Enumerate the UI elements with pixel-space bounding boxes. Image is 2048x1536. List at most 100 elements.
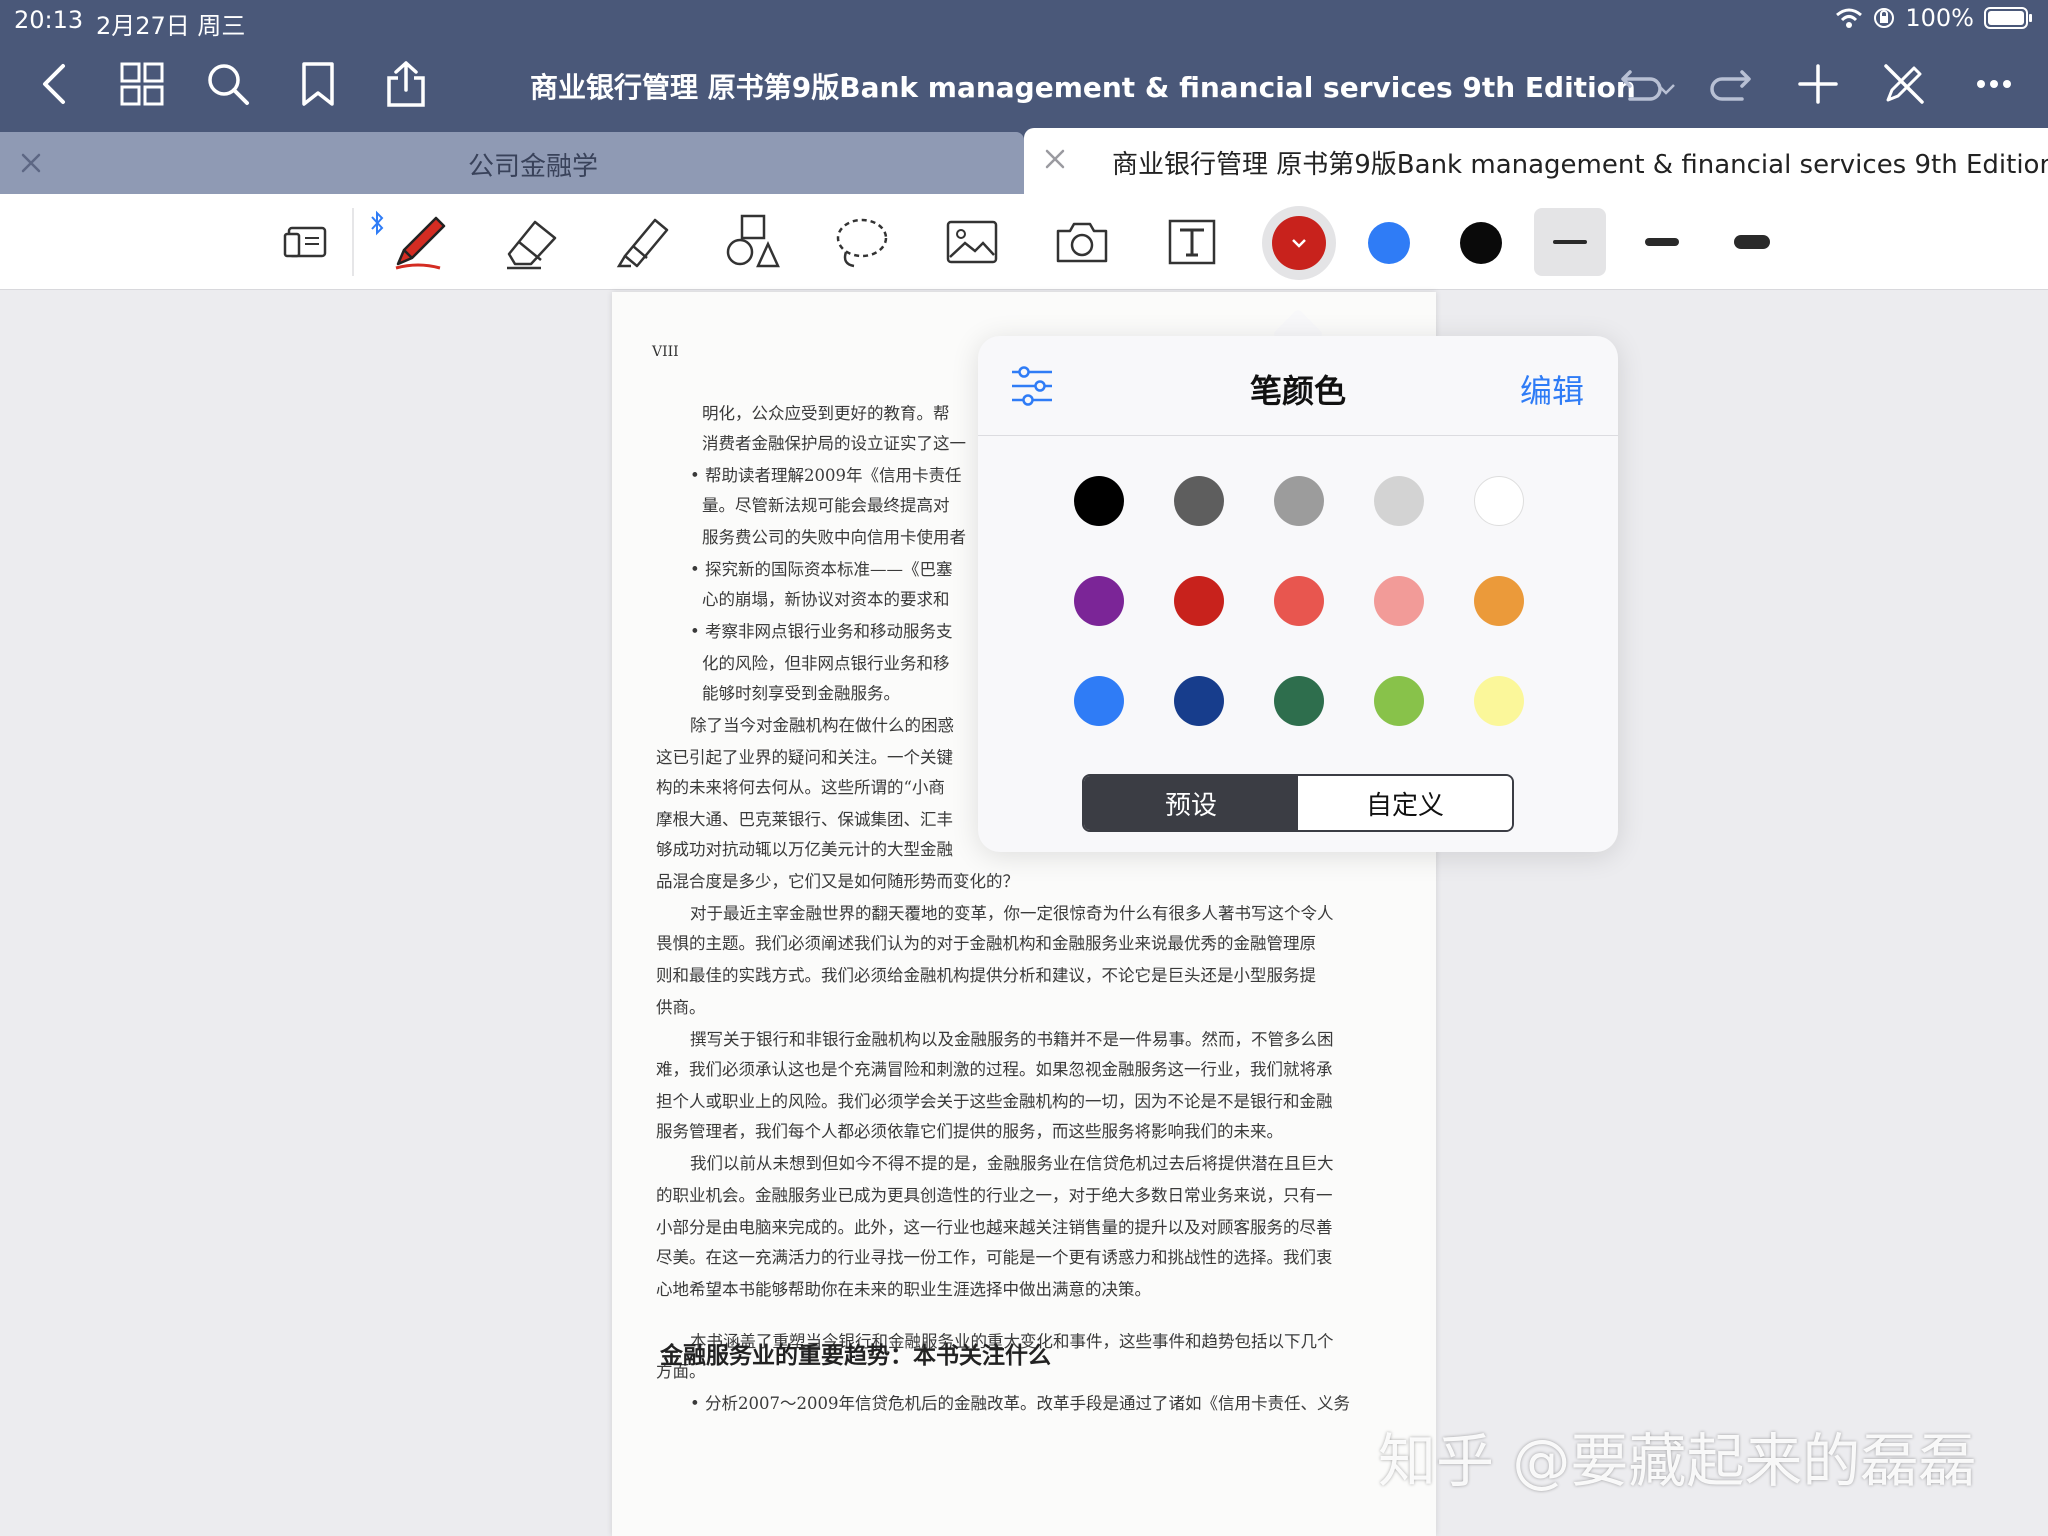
text-line: 担个人或职业上的风险。我们必须学会关于这些金融机构的一切，因为不论是不是银行和金… xyxy=(656,1092,1333,1111)
color-swatch[interactable] xyxy=(1074,476,1124,526)
status-indicators: 100% xyxy=(1835,4,2034,32)
highlighter-tool[interactable] xyxy=(608,208,676,276)
edit-button[interactable]: 编辑 xyxy=(1520,366,1584,412)
color-swatch[interactable] xyxy=(1174,676,1224,726)
text-tool[interactable] xyxy=(1158,208,1226,276)
popover-header: 笔颜色 编辑 xyxy=(978,336,1618,436)
rotation-lock-icon xyxy=(1874,8,1895,28)
color-black-button[interactable] xyxy=(1460,222,1502,264)
pen-tool[interactable] xyxy=(386,208,454,276)
color-swatch[interactable] xyxy=(1474,576,1524,626)
thickness-thin-button[interactable] xyxy=(1534,208,1606,276)
color-swatch[interactable] xyxy=(1374,476,1424,526)
color-swatch[interactable] xyxy=(1274,576,1324,626)
eraser-icon xyxy=(507,220,557,270)
add-page-button[interactable] xyxy=(1790,56,1846,112)
document-title-text: 商业银行管理 原书第9版Bank management & financial … xyxy=(530,71,1636,104)
text-line: 除了当今对金融机构在做什么的困惑 xyxy=(690,716,954,735)
battery-percent: 100% xyxy=(1905,4,1974,32)
color-swatch[interactable] xyxy=(1474,676,1524,726)
text-line: 对于最近主宰金融世界的翻天覆地的变革，你一定很惊奇为什么有很多人著书写这个令人 xyxy=(690,904,1334,923)
thickness-thin-line xyxy=(1553,240,1587,244)
chevron-down-icon xyxy=(1292,239,1306,248)
custom-segment[interactable]: 自定义 xyxy=(1298,776,1512,830)
color-swatch[interactable] xyxy=(1074,676,1124,726)
text-line: 化的风险，但非网点银行业务和移 xyxy=(702,654,950,673)
redo-button[interactable] xyxy=(1702,56,1758,112)
wifi-icon xyxy=(1836,8,1863,28)
close-icon[interactable] xyxy=(1040,144,1070,174)
text-line: 心地希望本书能够帮助你在未来的职业生涯选择中做出满意的决策。 xyxy=(656,1280,1151,1299)
text-line: • 探究新的国际资本标准——《巴塞 xyxy=(690,560,953,579)
search-button[interactable] xyxy=(200,56,256,112)
selected-color-button[interactable] xyxy=(1272,216,1326,270)
text-box-icon xyxy=(1168,219,1216,265)
bookmark-button[interactable] xyxy=(290,56,346,112)
redo-icon xyxy=(1710,70,1751,101)
text-line: • 分析2007～2009年信贷危机后的金融改革。改革手段是通过了诸如《信用卡责… xyxy=(690,1394,1350,1413)
text-line: 的职业机会。金融服务业已成为更具创造性的行业之一，对于绝大多数日常业务来说，只有… xyxy=(656,1186,1333,1205)
document-title[interactable]: 商业银行管理 原书第9版Bank management & financial … xyxy=(530,66,1676,106)
thickness-thick-button[interactable] xyxy=(1716,208,1788,276)
shapes-icon xyxy=(726,214,780,268)
status-time: 20:13 xyxy=(14,6,84,34)
text-line: 摩根大通、巴克莱银行、保诚集团、汇丰 xyxy=(656,810,953,829)
battery-icon xyxy=(1984,7,2032,29)
lasso-tool[interactable] xyxy=(828,208,896,276)
image-tool[interactable] xyxy=(938,208,1006,276)
tab-bank-management[interactable]: 商业银行管理 原书第9版Bank management & financial … xyxy=(1024,128,2048,194)
text-line: 心的崩塌，新协议对资本的要求和 xyxy=(702,590,950,609)
pencil-slash-icon xyxy=(1884,64,1924,104)
thickness-medium-line xyxy=(1645,238,1679,246)
annotation-toolbar xyxy=(0,194,2048,290)
read-only-toggle[interactable] xyxy=(272,208,340,276)
preset-segment[interactable]: 预设 xyxy=(1084,776,1298,830)
color-swatch[interactable] xyxy=(1374,576,1424,626)
text-line: 量。尽管新法规可能会最终提高对 xyxy=(702,496,950,515)
text-line: 难，我们必须承认这也是个充满冒险和刺激的过程。如果忽视金融服务这一行业，我们就将… xyxy=(656,1060,1333,1079)
color-swatch[interactable] xyxy=(1374,676,1424,726)
lasso-icon xyxy=(836,218,888,268)
text-line: 尽美。在这一充满活力的行业寻找一份工作，可能是一个更有诱惑力和挑战性的选择。我们… xyxy=(656,1248,1333,1267)
color-swatch[interactable] xyxy=(1274,676,1324,726)
text-line: 畏惧的主题。我们必须阐述我们认为的对于金融机构和金融服务业来说最优秀的金融管理原 xyxy=(656,934,1316,953)
grid-icon xyxy=(120,62,164,106)
tab-corporate-finance[interactable]: 公司金融学 xyxy=(0,132,1024,194)
image-icon xyxy=(946,220,998,264)
color-swatch[interactable] xyxy=(1174,576,1224,626)
thickness-medium-button[interactable] xyxy=(1626,208,1698,276)
eraser-tool[interactable] xyxy=(498,208,566,276)
ellipsis-icon xyxy=(1977,80,2011,88)
reading-mode-icon xyxy=(283,226,327,258)
tab-bar: 公司金融学 商业银行管理 原书第9版Bank management & fina… xyxy=(0,128,2048,194)
thickness-thick-line xyxy=(1734,235,1770,249)
undo-icon xyxy=(1621,70,1662,101)
color-swatch[interactable] xyxy=(1474,476,1524,526)
navigation-bar: 20:13 2月27日 周三 100% 商业银行管理 原书第9版Bank man… xyxy=(0,0,2048,132)
color-swatch[interactable] xyxy=(1274,476,1324,526)
text-line: 服务费公司的失败中向信用卡使用者 xyxy=(702,528,966,547)
page-number: VIII xyxy=(652,344,679,360)
plus-icon xyxy=(1798,64,1838,104)
color-swatch[interactable] xyxy=(1174,476,1224,526)
back-button[interactable] xyxy=(26,56,82,112)
undo-button[interactable] xyxy=(1614,56,1670,112)
text-line: • 考察非网点银行业务和移动服务支 xyxy=(690,622,953,641)
close-icon[interactable] xyxy=(16,148,46,178)
thumbnails-button[interactable] xyxy=(114,56,170,112)
tab-label: 商业银行管理 原书第9版Bank management & financial … xyxy=(1112,150,2048,180)
camera-tool[interactable] xyxy=(1048,208,1116,276)
color-blue-button[interactable] xyxy=(1368,222,1410,264)
color-swatch[interactable] xyxy=(1074,576,1124,626)
text-line: 我们以前从未想到但如今不得不提的是，金融服务业在信贷危机过去后将提供潜在且巨大 xyxy=(690,1154,1334,1173)
highlighter-icon xyxy=(616,218,669,268)
share-button[interactable] xyxy=(378,56,434,112)
text-line: 撰写关于银行和非银行金融机构以及金融服务的书籍并不是一件易事。然而，不管多么困 xyxy=(690,1030,1334,1049)
more-button[interactable] xyxy=(1966,56,2022,112)
shapes-tool[interactable] xyxy=(718,208,786,276)
chevron-left-icon xyxy=(43,64,65,104)
text-line: 明化，公众应受到更好的教育。帮 xyxy=(702,404,950,423)
hide-toolbar-button[interactable] xyxy=(1876,56,1932,112)
text-line: 消费者金融保护局的设立证实了这一 xyxy=(702,434,966,453)
text-line: 则和最佳的实践方式。我们必须给金融机构提供分析和建议，不论它是巨头还是小型服务提 xyxy=(656,966,1316,985)
